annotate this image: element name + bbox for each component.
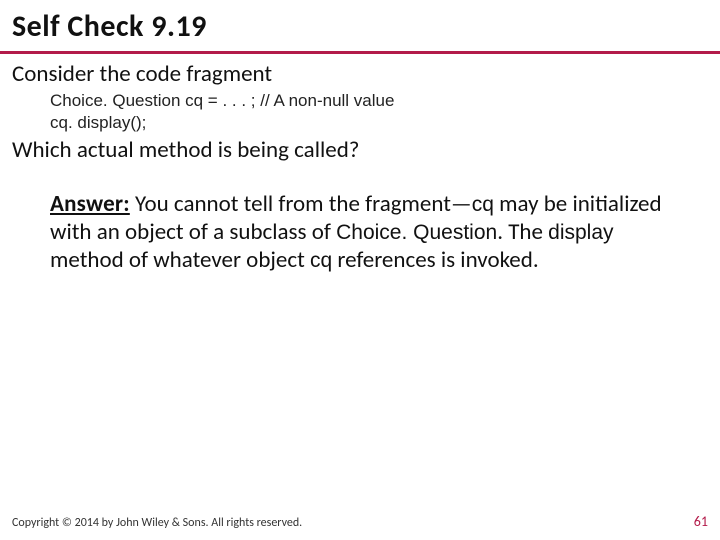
answer-text-e: references is invoked. bbox=[332, 246, 538, 274]
page-number: 61 bbox=[694, 513, 708, 530]
slide-title: Self Check 9.19 bbox=[12, 8, 708, 45]
code-line-1: Choice. Question cq = . . . ; // A non-n… bbox=[50, 90, 708, 112]
answer-text-d: method of whatever object bbox=[50, 246, 310, 274]
answer-cq: cq bbox=[472, 193, 494, 216]
copyright-text: Copyright © 2014 by John Wiley & Sons. A… bbox=[12, 516, 302, 530]
answer-classname: Choice. Question bbox=[336, 221, 497, 244]
slide-content: Consider the code fragment Choice. Quest… bbox=[0, 54, 720, 274]
code-line-2: cq. display(); bbox=[50, 112, 708, 134]
question-text: Which actual method is being called? bbox=[12, 136, 708, 164]
answer-block: Answer: You cannot tell from the fragmen… bbox=[12, 190, 708, 274]
answer-text-c: . The bbox=[497, 218, 548, 246]
answer-cq2: cq bbox=[310, 249, 332, 272]
slide-header: Self Check 9.19 bbox=[0, 0, 720, 51]
code-fragment: Choice. Question cq = . . . ; // A non-n… bbox=[12, 90, 708, 134]
intro-text: Consider the code fragment bbox=[12, 60, 708, 88]
slide-footer: Copyright © 2014 by John Wiley & Sons. A… bbox=[12, 513, 708, 530]
answer-text-a: You cannot tell from the fragment— bbox=[130, 190, 472, 218]
answer-method: display bbox=[548, 221, 613, 244]
answer-label: Answer: bbox=[50, 190, 130, 218]
